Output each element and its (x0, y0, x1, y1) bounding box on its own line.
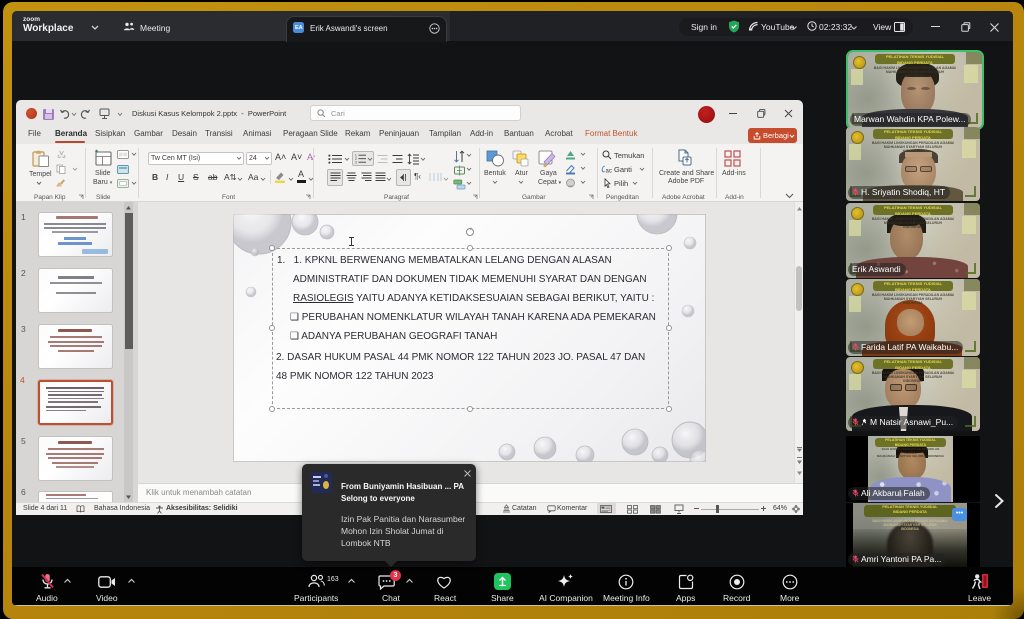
svg-text:ac: ac (606, 168, 612, 174)
svg-text:3: 3 (355, 161, 357, 164)
